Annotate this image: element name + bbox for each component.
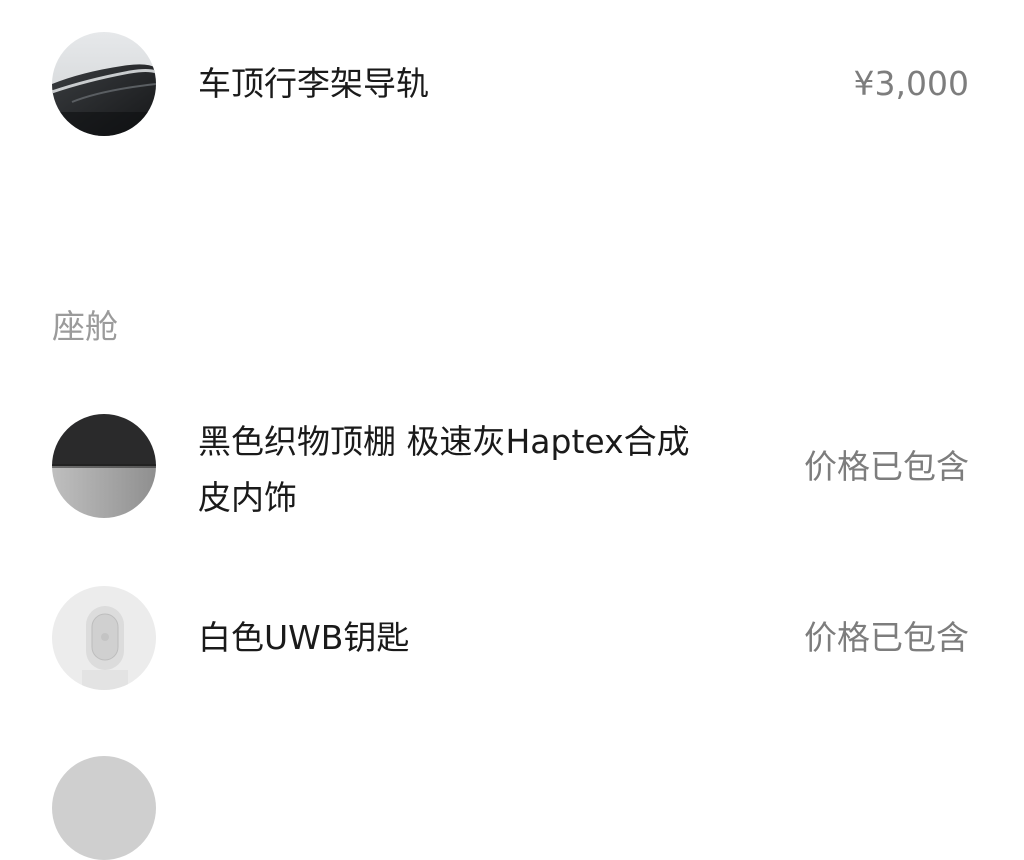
option-name: 白色UWB钥匙 [198, 618, 410, 657]
uwb-key-thumbnail [52, 586, 156, 690]
option-price: ¥3,000 [853, 64, 969, 103]
option-name-line-1: 黑色织物顶棚 极速灰Haptex合成 [198, 422, 690, 461]
option-price: 价格已包含 [804, 447, 969, 486]
roof-rail-icon [52, 32, 156, 136]
uwb-key-icon [52, 586, 156, 690]
option-name-line-2: 皮内饰 [198, 478, 297, 517]
interior-trim-thumbnail [52, 414, 156, 518]
next-item-thumbnail [52, 756, 156, 860]
option-name: 车顶行李架导轨 [198, 64, 429, 103]
option-name: 黑色织物顶棚 极速灰Haptex合成 皮内饰 [198, 414, 690, 526]
section-title-cabin: 座舱 [52, 307, 118, 346]
option-row-interior-trim[interactable]: 黑色织物顶棚 极速灰Haptex合成 皮内饰 价格已包含 [0, 414, 1024, 518]
interior-trim-icon [52, 414, 156, 518]
option-row-roof-rail[interactable]: 车顶行李架导轨 ¥3,000 [0, 32, 1024, 136]
roof-rail-thumbnail [52, 32, 156, 136]
option-row-uwb-key[interactable]: 白色UWB钥匙 价格已包含 [0, 586, 1024, 690]
option-price: 价格已包含 [804, 618, 969, 657]
